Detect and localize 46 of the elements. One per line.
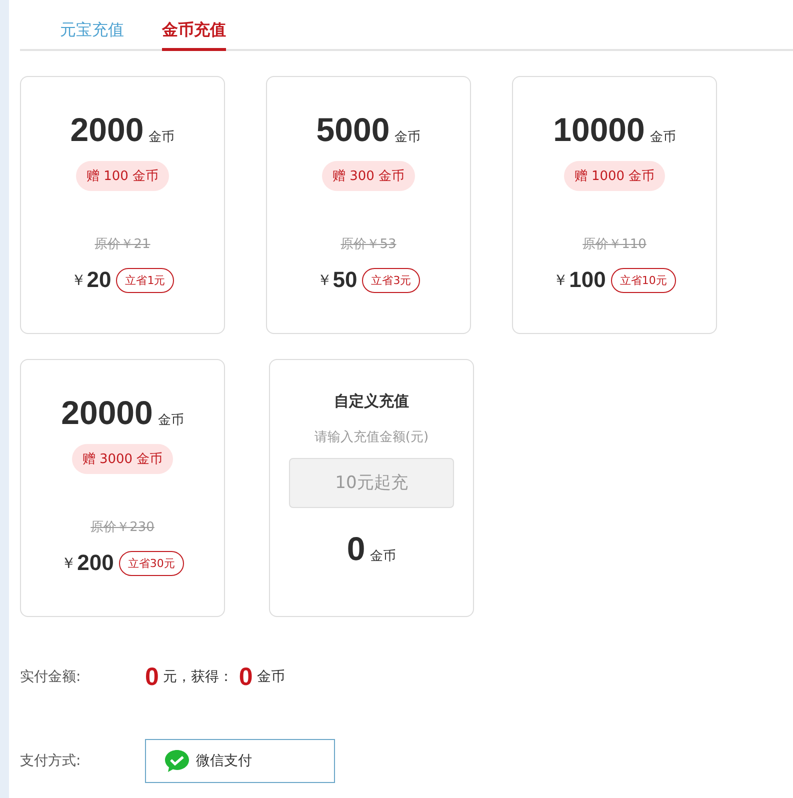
package-card[interactable]: 20000 金币 赠 3000 金币 原价￥230 ￥200 立省30元 (20, 359, 225, 617)
package-card[interactable]: 2000 金币 赠 100 金币 原价￥21 ￥20 立省1元 (20, 76, 225, 334)
tab[interactable]: 金币充值 (162, 18, 226, 51)
package-card[interactable]: 10000 金币 赠 1000 金币 原价￥110 ￥100 立省10元 (512, 76, 717, 334)
unit-label: 金币 (650, 129, 676, 146)
coin-amount: 20000 (61, 394, 153, 432)
currency-sign: ￥ (316, 270, 332, 290)
price: 200 (77, 550, 114, 576)
custom-title: 自定义充值 (334, 392, 409, 411)
saving-tag: 立省3元 (362, 268, 420, 292)
original-price: 原价￥21 (94, 236, 150, 253)
pay-amount: 0 (145, 662, 159, 692)
amount-input[interactable]: 10元起充 (289, 458, 454, 508)
original-price: 原价￥230 (90, 519, 154, 536)
package-card[interactable]: 5000 金币 赠 300 金币 原价￥53 ￥50 立省3元 (266, 76, 471, 334)
payment-label: 支付方式: (20, 752, 82, 770)
price: 100 (569, 267, 606, 293)
unit-label: 金币 (394, 129, 421, 146)
coin-total: 0 (238, 662, 253, 692)
coin-unit: 金币 (256, 668, 285, 686)
original-price: 原价￥110 (582, 236, 646, 253)
price: 50 (332, 267, 358, 293)
currency-sign: ￥ (553, 270, 568, 290)
bonus-tag: 赠 1000 金币 (564, 161, 665, 191)
chat-check-icon (164, 749, 190, 773)
unit-label: 金币 (370, 548, 396, 565)
unit-label: 金币 (148, 129, 175, 146)
coin-amount: 10000 (553, 111, 645, 149)
coin-amount: 2000 (70, 111, 144, 149)
currency-sign: ￥ (61, 554, 76, 572)
currency-sign: ￥ (70, 270, 86, 290)
pay-unit: 元，获得： (162, 668, 233, 686)
custom-hint: 请输入充值金额(元) (314, 429, 429, 446)
saving-tag: 立省30元 (118, 550, 184, 576)
pay-amount-label: 实付金额: (20, 668, 82, 686)
bonus-tag: 赠 100 金币 (76, 161, 169, 191)
original-price: 原价￥53 (340, 236, 396, 253)
price: 20 (86, 267, 112, 293)
saving-tag: 立省1元 (116, 268, 174, 292)
wechat-pay-button[interactable]: 微信支付 (145, 739, 335, 783)
bonus-tag: 赠 300 金币 (322, 161, 415, 191)
coin-amount: 5000 (316, 111, 390, 149)
bonus-tag: 赠 3000 金币 (72, 444, 173, 474)
unit-label: 金币 (158, 412, 184, 429)
coin-amount: 0 (346, 530, 366, 568)
saving-tag: 立省10元 (610, 268, 676, 292)
